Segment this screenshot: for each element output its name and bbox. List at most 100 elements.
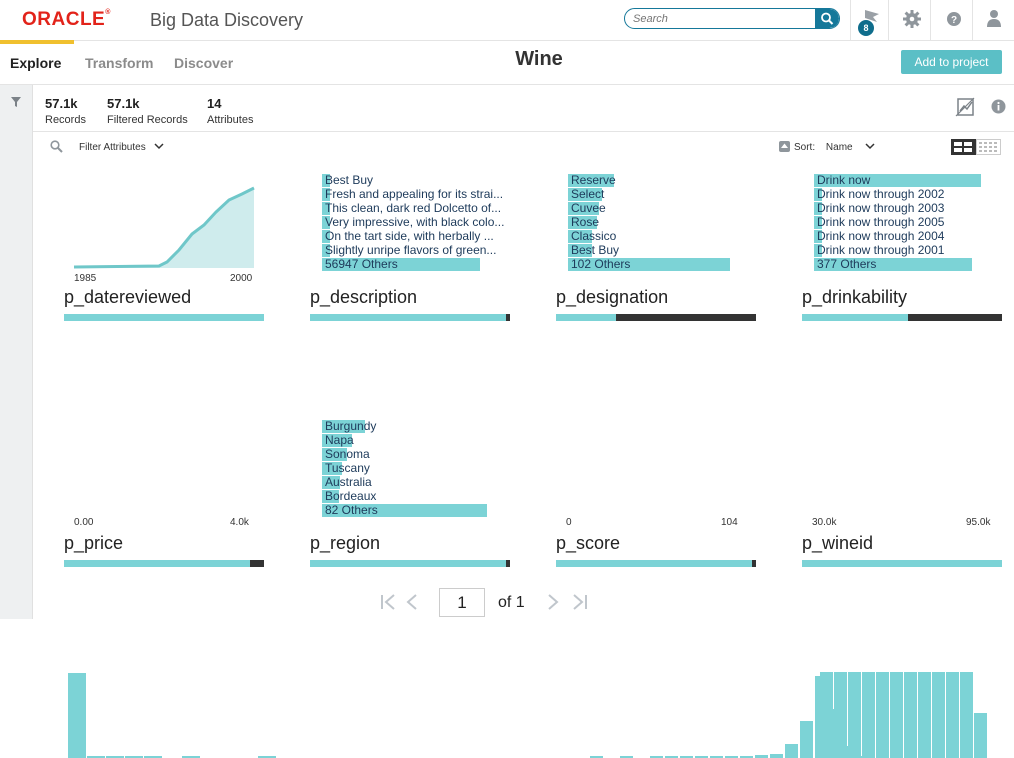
- wineid-histogram-bar[interactable]: [946, 672, 959, 758]
- wineid-histogram-bar[interactable]: [890, 672, 903, 758]
- notification-badge: 8: [858, 20, 874, 36]
- drinkability-value-label[interactable]: Drink now through 2001: [817, 243, 944, 257]
- region-title[interactable]: p_region: [310, 533, 380, 554]
- wineid-histogram-bar[interactable]: [960, 672, 973, 758]
- score-histogram-bar[interactable]: [800, 721, 813, 758]
- help-button[interactable]: ?: [930, 0, 978, 40]
- last-page-button[interactable]: [570, 592, 588, 618]
- search-input[interactable]: [633, 10, 813, 27]
- logo-text: ORACLE: [22, 9, 106, 30]
- page-number-input[interactable]: 1: [439, 588, 485, 617]
- settings-button[interactable]: [888, 0, 936, 40]
- sort-direction-icon[interactable]: [779, 141, 790, 152]
- filter-attributes-dropdown[interactable]: Filter Attributes: [79, 142, 165, 153]
- search-button[interactable]: [815, 9, 839, 28]
- datereviewed-completeness-bar: [64, 314, 264, 321]
- designation-title[interactable]: p_designation: [556, 287, 668, 308]
- score-histogram-bar[interactable]: [785, 744, 798, 758]
- wineid-histogram-bar[interactable]: [918, 672, 931, 758]
- filtered-records-stat: 57.1k Filtered Records: [107, 96, 188, 126]
- designation-value-label[interactable]: Cuvee: [571, 201, 606, 215]
- next-page-button[interactable]: [546, 592, 560, 618]
- description-value-label[interactable]: This clean, dark red Dolcetto of...: [325, 201, 501, 215]
- description-value-label[interactable]: 56947 Others: [325, 257, 398, 271]
- region-value-label[interactable]: Burgundy: [325, 419, 376, 433]
- chart-notes-icon[interactable]: [954, 96, 978, 118]
- drinkability-value-label[interactable]: 377 Others: [817, 257, 876, 271]
- description-completeness-bar: [310, 314, 510, 321]
- user-button[interactable]: [972, 0, 1014, 40]
- chevron-left-icon: [406, 594, 417, 610]
- records-value: 57.1k: [45, 96, 78, 111]
- region-value-label[interactable]: 82 Others: [325, 503, 378, 517]
- drinkability-value-label[interactable]: Drink now through 2005: [817, 215, 944, 229]
- price-title[interactable]: p_price: [64, 533, 123, 554]
- previous-page-button[interactable]: [405, 592, 419, 618]
- drinkability-title[interactable]: p_drinkability: [802, 287, 907, 308]
- designation-value-label[interactable]: Rose: [571, 215, 599, 229]
- price-histogram-bar[interactable]: [68, 673, 86, 758]
- score-missing-segment: [752, 560, 756, 567]
- filter-icon[interactable]: [10, 96, 22, 108]
- score-histogram-bar[interactable]: [770, 754, 783, 758]
- first-page-button[interactable]: [380, 592, 398, 618]
- price-axis-max: 4.0k: [230, 517, 249, 528]
- score-axis-max: 104: [721, 517, 738, 528]
- designation-value-label[interactable]: Select: [571, 187, 604, 201]
- drinkability-value-label[interactable]: Drink now through 2003: [817, 201, 944, 215]
- description-value-label[interactable]: Very impressive, with black colo...: [325, 215, 504, 229]
- small-grid-icon: [979, 142, 997, 152]
- add-to-project-button[interactable]: Add to project: [901, 50, 1002, 74]
- designation-value-label[interactable]: 102 Others: [571, 257, 630, 271]
- wineid-histogram-bar[interactable]: [904, 672, 917, 758]
- oracle-logo[interactable]: ORACLE®: [22, 9, 111, 31]
- description-value-label[interactable]: Best Buy: [325, 173, 373, 187]
- wineid-histogram-bar[interactable]: [834, 672, 847, 758]
- gear-icon: [903, 10, 921, 28]
- datereviewed-area-chart[interactable]: [64, 170, 264, 270]
- datereviewed-axis-max: 2000: [230, 273, 253, 284]
- divider: [33, 131, 1014, 132]
- wineid-histogram-bar[interactable]: [848, 672, 861, 758]
- wineid-histogram-bar[interactable]: [820, 672, 833, 758]
- region-value-label[interactable]: Australia: [325, 475, 372, 489]
- region-value-label[interactable]: Tuscany: [325, 461, 370, 475]
- drinkability-completeness-bar: [802, 314, 1002, 321]
- compact-grid-toggle[interactable]: [976, 139, 1001, 155]
- region-value-label[interactable]: Sonoma: [325, 447, 370, 461]
- wineid-histogram-bar[interactable]: [932, 672, 945, 758]
- sort-control[interactable]: Sort: Name: [794, 142, 875, 153]
- region-value-label[interactable]: Bordeaux: [325, 489, 376, 503]
- designation-value-label[interactable]: Classico: [571, 229, 616, 243]
- filter-attributes-label: Filter Attributes: [79, 142, 146, 153]
- wineid-histogram-bar[interactable]: [974, 713, 987, 758]
- grid-view-toggle[interactable]: [951, 139, 976, 155]
- drinkability-value-label[interactable]: Drink now through 2004: [817, 229, 944, 243]
- search-icon: [50, 140, 63, 153]
- filtered-records-value: 57.1k: [107, 96, 140, 111]
- top-header: ORACLE® Big Data Discovery 8 ?: [0, 0, 1014, 41]
- description-value-label[interactable]: Slightly unripe flavors of green...: [325, 243, 496, 257]
- wineid-completeness-bar: [802, 560, 1002, 567]
- drinkability-value-label[interactable]: Drink now: [817, 173, 870, 187]
- designation-missing-segment: [616, 314, 756, 321]
- designation-value-label[interactable]: Reserve: [571, 173, 616, 187]
- description-value-label[interactable]: On the tart side, with herbally ...: [325, 229, 494, 243]
- designation-value-label[interactable]: Best Buy: [571, 243, 619, 257]
- region-value-label[interactable]: Napa: [325, 433, 354, 447]
- search-box: [624, 8, 840, 29]
- price-missing-segment: [250, 560, 264, 567]
- score-title[interactable]: p_score: [556, 533, 620, 554]
- wineid-histogram-bar[interactable]: [876, 672, 889, 758]
- chevron-right-icon: [548, 594, 559, 610]
- user-icon: [987, 10, 1001, 27]
- wineid-axis-max: 95.0k: [966, 517, 991, 528]
- drinkability-value-label[interactable]: Drink now through 2002: [817, 187, 944, 201]
- info-icon[interactable]: [991, 99, 1006, 114]
- datereviewed-title[interactable]: p_datereviewed: [64, 287, 191, 308]
- score-completeness-bar: [556, 560, 756, 567]
- description-title[interactable]: p_description: [310, 287, 417, 308]
- wineid-histogram-bar[interactable]: [862, 672, 875, 758]
- description-value-label[interactable]: Fresh and appealing for its strai...: [325, 187, 503, 201]
- wineid-title[interactable]: p_wineid: [802, 533, 873, 554]
